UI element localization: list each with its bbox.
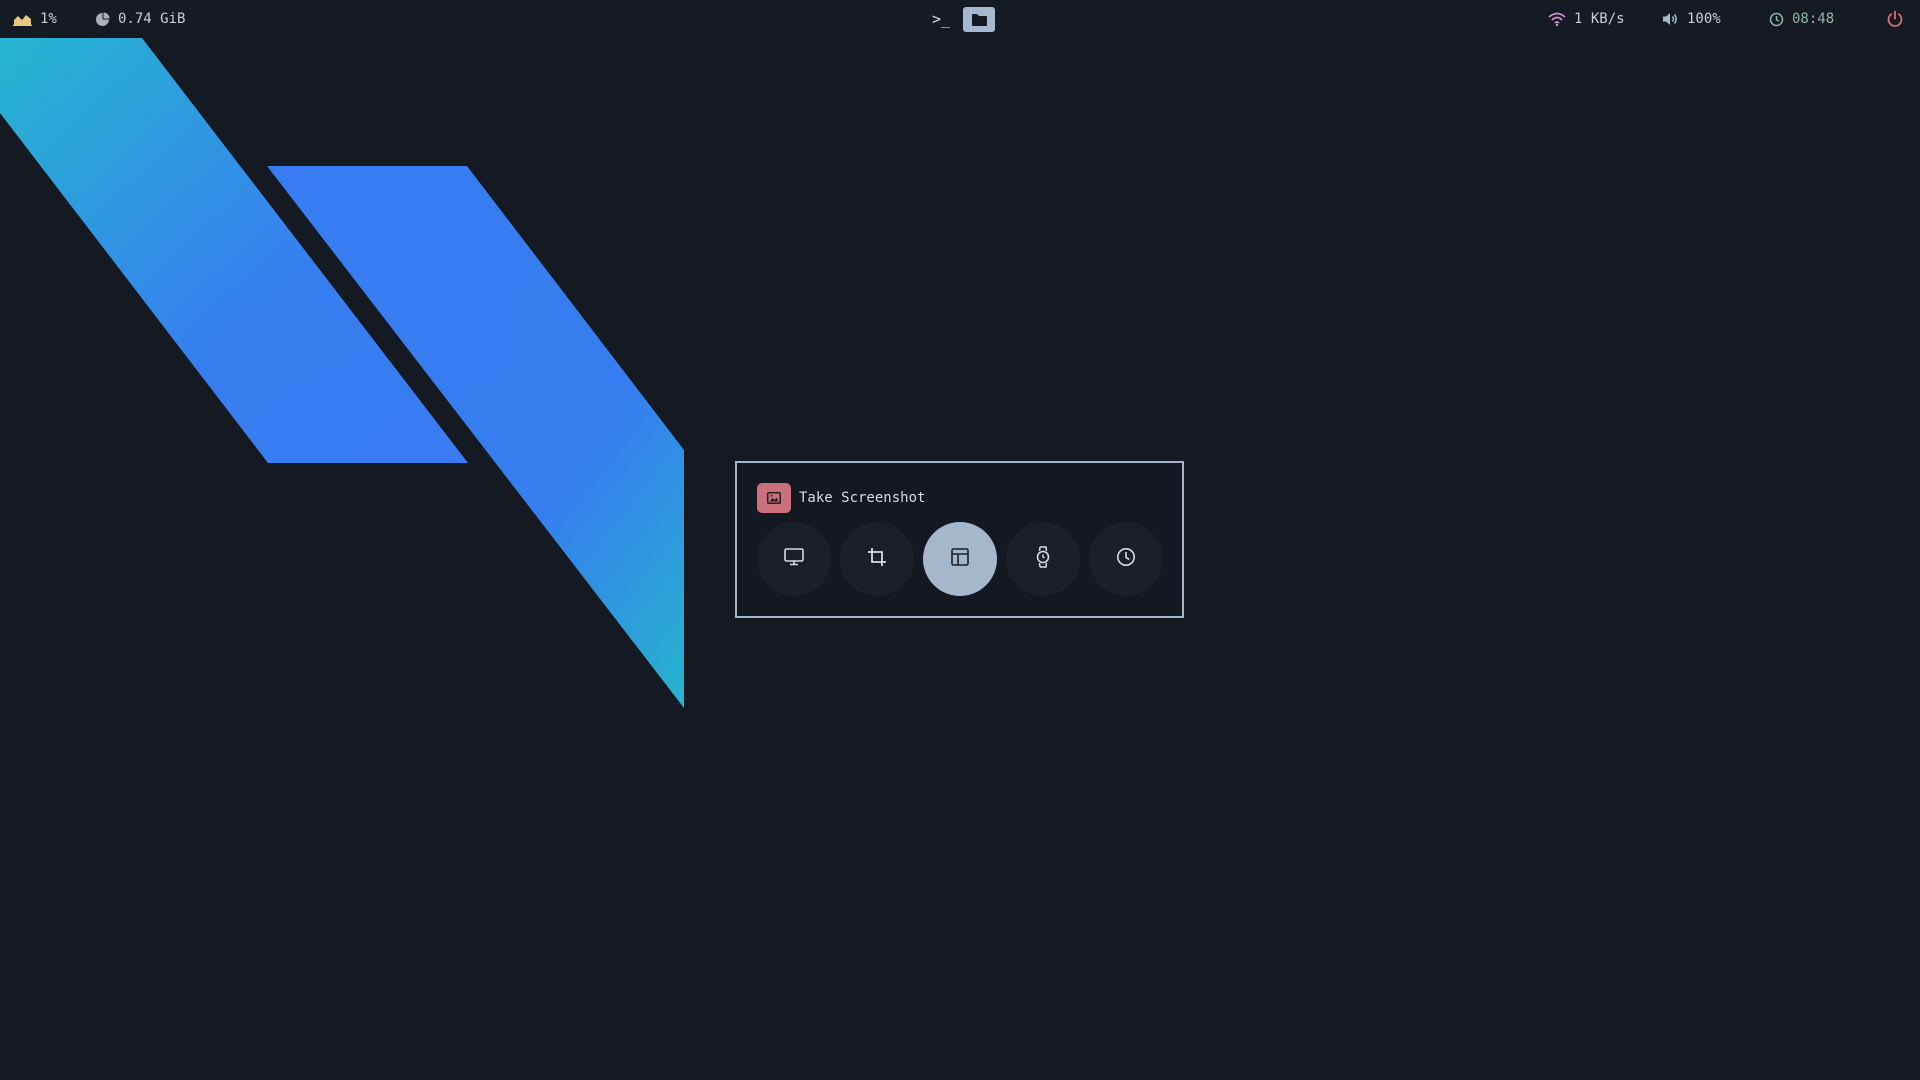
volume-value: 100% (1687, 11, 1721, 27)
power-button[interactable] (1884, 0, 1906, 38)
terminal-icon: >_ (931, 10, 951, 28)
cpu-usage[interactable]: 1% (13, 0, 57, 38)
clock[interactable]: 08:48 (1769, 0, 1834, 38)
workspace-files[interactable] (963, 7, 995, 32)
workspace-terminal[interactable]: >_ (930, 0, 952, 38)
screenshot-mode-buttons (757, 522, 1163, 596)
monitor-icon (784, 548, 804, 570)
watch-icon (1035, 546, 1051, 572)
clock-icon (1116, 547, 1136, 571)
capture-delay-button[interactable] (1006, 522, 1080, 596)
capture-screen-button[interactable] (757, 522, 831, 596)
volume-icon (1662, 12, 1679, 26)
power-icon (1886, 10, 1904, 28)
screenshot-dialog-title: Take Screenshot (799, 490, 926, 506)
chart-area-icon (13, 12, 32, 26)
volume-control[interactable]: 100% (1662, 0, 1721, 38)
clock-time: 08:48 (1792, 11, 1835, 27)
capture-timer-button[interactable] (1089, 522, 1163, 596)
top-bar: 1% 0.74 GiB >_ 1 KB/s 100% 08:48 (0, 0, 1920, 38)
memory-usage-value: 0.74 GiB (118, 11, 186, 27)
desktop: 1% 0.74 GiB >_ 1 KB/s 100% 08:48 Take Sc… (0, 0, 1920, 1080)
clock-icon (1769, 12, 1784, 27)
crop-icon (867, 547, 887, 571)
screenshot-dialog-header: Take Screenshot (757, 483, 925, 513)
capture-window-button[interactable] (923, 522, 997, 596)
image-icon (757, 483, 791, 513)
pie-chart-icon (95, 12, 110, 27)
memory-usage[interactable]: 0.74 GiB (95, 0, 185, 38)
window-icon (951, 548, 969, 570)
screenshot-dialog: Take Screenshot (735, 461, 1184, 618)
capture-region-button[interactable] (840, 522, 914, 596)
network-speed-value: 1 KB/s (1574, 11, 1625, 27)
folder-icon (971, 13, 987, 26)
wifi-icon (1548, 12, 1566, 26)
network-status[interactable]: 1 KB/s (1548, 0, 1625, 38)
cpu-usage-value: 1% (40, 11, 57, 27)
